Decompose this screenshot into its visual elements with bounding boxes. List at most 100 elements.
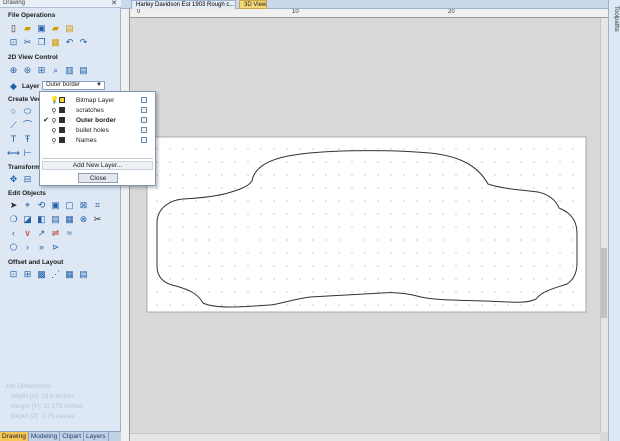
draw-circle-icon[interactable]: ○ — [8, 106, 19, 117]
chamfer-icon[interactable]: ∨ — [22, 228, 33, 239]
text-on-curve-icon[interactable]: Ŧ — [22, 134, 33, 145]
scissors-icon[interactable]: ✂ — [92, 214, 103, 225]
layer-lock-checkbox[interactable] — [141, 137, 147, 143]
draw-arc-icon[interactable]: ⌒ — [22, 120, 33, 131]
cut-icon[interactable]: ✂ — [22, 37, 33, 48]
align-icon[interactable]: ⊟ — [22, 174, 33, 185]
panel-close-icon[interactable]: ✕ — [111, 0, 117, 7]
lightbulb-icon[interactable]: ǫ — [50, 127, 58, 134]
fillet-corner-icon[interactable]: ⊞ — [22, 269, 33, 280]
zoom-all-icon[interactable]: ⊕ — [8, 65, 19, 76]
toolpaths-tab[interactable]: Toolpaths — [609, 6, 619, 36]
tab-modeling[interactable]: Modeling — [29, 432, 61, 441]
subtract-icon[interactable]: ◪ — [22, 214, 33, 225]
zoom-box-icon[interactable]: ⊞ — [36, 65, 47, 76]
tab-layers[interactable]: Layers — [84, 432, 109, 441]
close-vector-icon[interactable]: ⬠ — [8, 242, 19, 253]
ruler-tick-10: 10 — [292, 9, 299, 15]
lightbulb-icon[interactable]: ǫ — [50, 107, 58, 114]
trim-icon[interactable]: ⌗ — [92, 200, 103, 211]
visibility-icon[interactable]: ◌ — [66, 137, 74, 143]
ungroup-icon[interactable]: ▢ — [64, 200, 75, 211]
new-file-icon[interactable]: ▯ — [8, 23, 19, 34]
smooth-icon[interactable]: ≈ — [64, 228, 75, 239]
open-folder-icon[interactable]: ▰ — [22, 23, 33, 34]
import-icon[interactable]: ▤ — [64, 23, 75, 34]
visibility-icon[interactable]: ◌ — [66, 117, 74, 123]
move-icon[interactable]: ✥ — [8, 174, 19, 185]
tab-document-file[interactable]: Harley Davidson Est 1903 Rough c... — [131, 0, 236, 9]
convert-icon[interactable]: » — [36, 242, 47, 253]
visibility-icon[interactable]: ◌ — [66, 97, 74, 103]
trim-vectors-icon[interactable]: ⊗ — [78, 214, 89, 225]
add-new-layer-button[interactable]: Add New Layer... — [42, 161, 153, 170]
horizontal-scrollbar[interactable] — [130, 433, 600, 441]
layer-color-swatch[interactable] — [59, 97, 65, 103]
weld-icon[interactable]: ❍ — [8, 214, 19, 225]
select-icon[interactable]: ➤ — [8, 200, 19, 211]
extend-icon[interactable]: ↗ — [36, 228, 47, 239]
copy-along-icon[interactable]: ⋰ — [50, 269, 61, 280]
draw-text-icon[interactable]: T — [8, 134, 19, 145]
nest-icon[interactable]: ▩ — [36, 269, 47, 280]
layer-row-bullet-holes[interactable]: ǫ ◌ bullet holes — [40, 125, 155, 135]
join-icon[interactable]: ▤ — [50, 214, 61, 225]
merge-icon[interactable]: ⊠ — [78, 200, 89, 211]
layer-lock-checkbox[interactable] — [141, 107, 147, 113]
save-icon[interactable]: ▣ — [36, 23, 47, 34]
layer-lock-checkbox[interactable] — [141, 127, 147, 133]
layer-row-names[interactable]: ǫ ◌ Names — [40, 135, 155, 145]
drawing-canvas[interactable]: 0 10 20 — [121, 9, 608, 441]
spiral-icon[interactable]: › — [22, 242, 33, 253]
offset-icon[interactable]: ⊡ — [8, 269, 19, 280]
layer-row-scratches[interactable]: ǫ ◌ scratches — [40, 105, 155, 115]
undo-icon[interactable]: ↶ — [64, 37, 75, 48]
layer-row-bitmap[interactable]: 💡 ◌ Bitmap Layer — [40, 95, 155, 105]
fillet-icon[interactable]: ‹ — [8, 228, 19, 239]
group-icon[interactable]: ▣ — [50, 200, 61, 211]
layer-row-outer-border[interactable]: ✔ ǫ ◌ Outer border — [40, 115, 155, 125]
tab-3d-view[interactable]: 3D View — [239, 0, 267, 9]
visibility-icon[interactable]: ◌ — [66, 107, 74, 113]
layer-lock-checkbox[interactable] — [141, 97, 147, 103]
redo-icon[interactable]: ↷ — [78, 37, 89, 48]
tab-drawing[interactable]: Drawing — [0, 432, 29, 441]
array-icon[interactable]: ▦ — [64, 214, 75, 225]
canvas-drawing-area[interactable] — [130, 18, 600, 432]
tab-clipart[interactable]: Clipart — [60, 432, 85, 441]
layer-color-swatch[interactable] — [59, 127, 65, 133]
transform-icon[interactable]: ⟲ — [36, 200, 47, 211]
paste-icon[interactable]: ▦ — [50, 37, 61, 48]
grid-array-icon[interactable]: ▤ — [78, 269, 89, 280]
layer-color-swatch[interactable] — [59, 117, 65, 123]
layer-active-check[interactable]: ✔ — [42, 116, 50, 124]
view-layout-icon[interactable]: ▥ — [64, 65, 75, 76]
vertical-scrollbar[interactable] — [600, 18, 608, 432]
layer-color-swatch[interactable] — [59, 107, 65, 113]
section-edit-objects: Edit Objects — [8, 190, 46, 197]
layer-color-swatch[interactable] — [59, 137, 65, 143]
copy-icon[interactable]: ❐ — [36, 37, 47, 48]
layer-lock-checkbox[interactable] — [141, 117, 147, 123]
layer-dropdown[interactable]: Outer border ▼ — [42, 81, 105, 90]
mirror-icon[interactable]: ⇌ — [50, 228, 61, 239]
zoom-selected-icon[interactable]: ⌕ — [50, 65, 61, 76]
draw-polyline-icon[interactable]: ⟋ — [8, 120, 19, 131]
measure-icon[interactable]: ⊢ — [22, 148, 33, 159]
close-button[interactable]: Close — [78, 173, 118, 183]
save-as-icon[interactable]: ▰ — [50, 23, 61, 34]
node-edit-icon[interactable]: ⌖ — [22, 200, 33, 211]
step-repeat-icon[interactable]: ▦ — [64, 269, 75, 280]
intersect-icon[interactable]: ◧ — [36, 214, 47, 225]
vector-texture-icon[interactable]: ⋗ — [50, 242, 61, 253]
zoom-in-icon[interactable]: ⊛ — [22, 65, 33, 76]
job-setup-icon[interactable]: ⊡ — [8, 37, 19, 48]
lightbulb-icon[interactable]: 💡 — [50, 96, 59, 104]
draw-ellipse-icon[interactable]: ⬭ — [22, 106, 33, 117]
visibility-icon[interactable]: ◌ — [66, 127, 74, 133]
lightbulb-icon[interactable]: ǫ — [50, 117, 58, 124]
vertical-scroll-thumb[interactable] — [601, 248, 607, 318]
view-2d-icon[interactable]: ▤ — [78, 65, 89, 76]
lightbulb-icon[interactable]: ǫ — [50, 137, 58, 144]
dimension-icon[interactable]: ⟷ — [7, 148, 20, 159]
